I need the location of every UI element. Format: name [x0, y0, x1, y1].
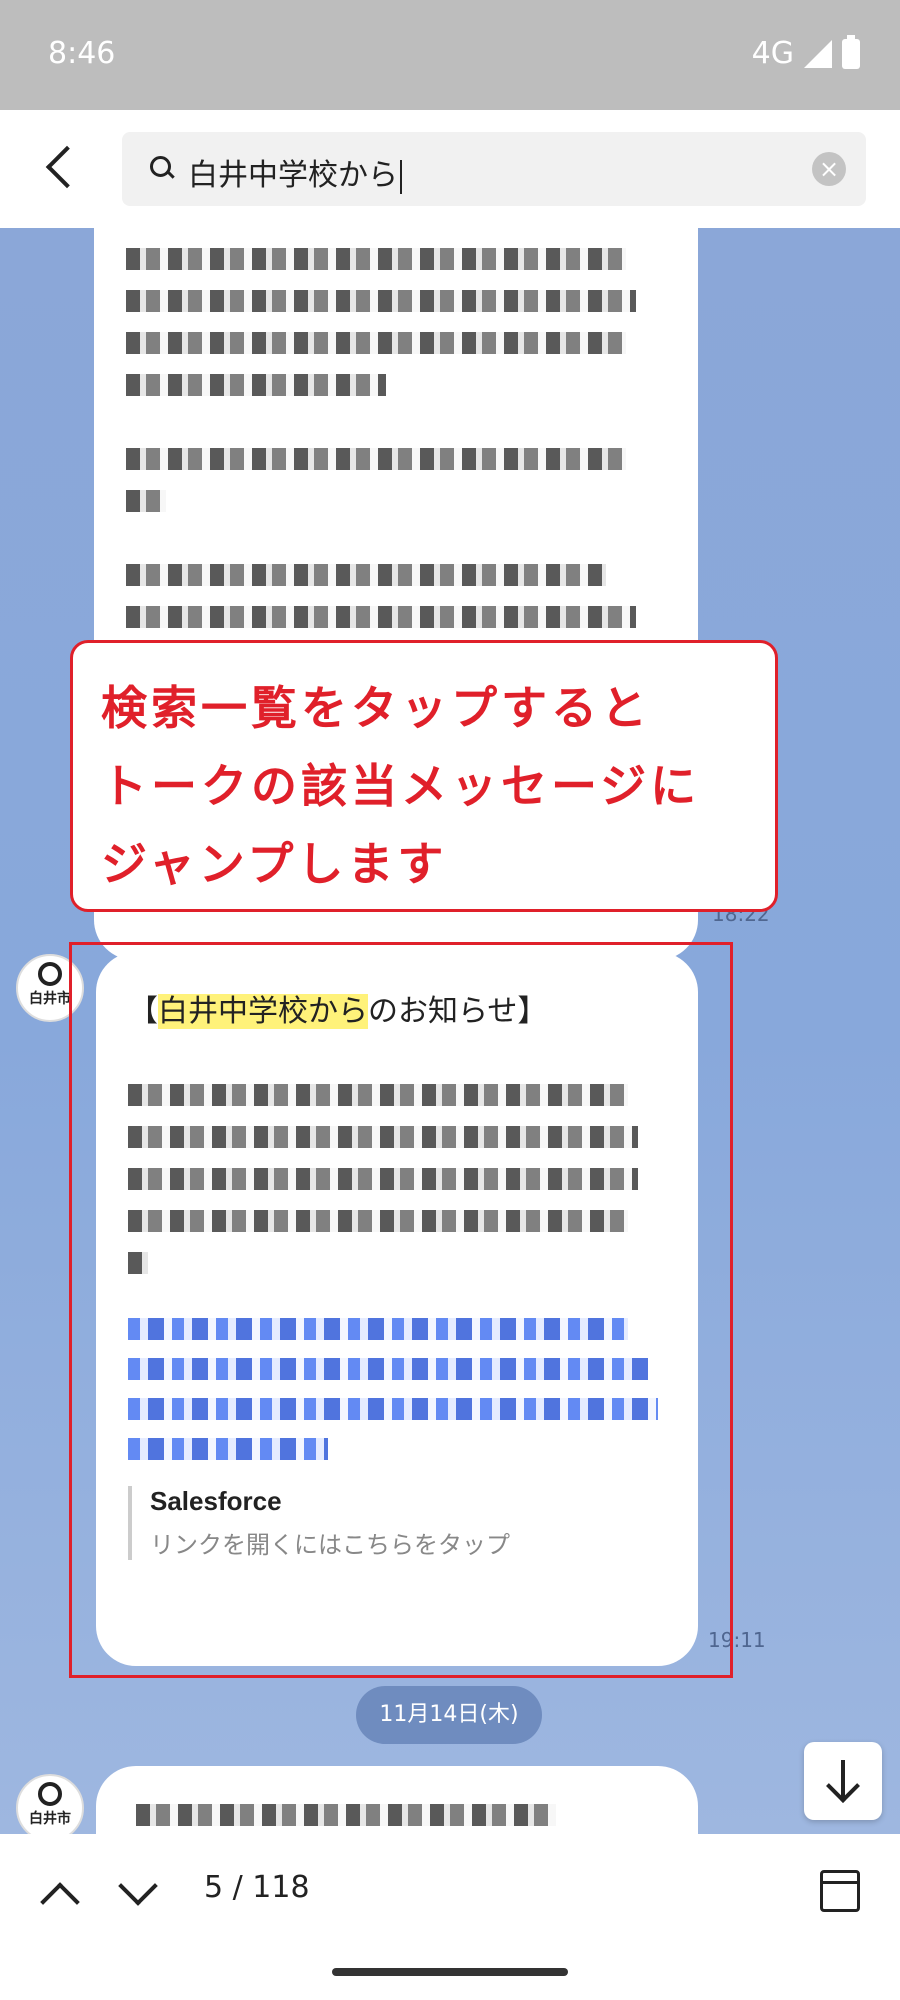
blurred-text — [126, 490, 166, 512]
status-icons: 4G — [751, 34, 860, 71]
calendar-icon[interactable] — [820, 1870, 860, 1912]
clear-search-button[interactable]: × — [812, 152, 846, 186]
sender-avatar[interactable]: 白井市 — [16, 1774, 84, 1834]
signal-icon — [804, 39, 832, 68]
blurred-text — [126, 374, 386, 396]
annotation-line: トークの該当メッセージに — [101, 759, 701, 813]
blurred-text — [126, 564, 606, 586]
blurred-text — [126, 606, 636, 628]
chevron-down-icon[interactable] — [116, 1868, 156, 1908]
back-button[interactable] — [40, 144, 80, 194]
date-separator: 11月14日(木) — [356, 1686, 542, 1744]
annotation-line: ジャンプします — [101, 837, 448, 891]
status-bar: 8:46 4G — [0, 0, 900, 110]
annotation-highlight-frame — [69, 942, 733, 1678]
blurred-text — [126, 248, 626, 270]
annotation-callout: 検索一覧をタップすると トークの該当メッセージに ジャンプします — [70, 640, 778, 912]
blurred-text — [126, 332, 626, 354]
network-label: 4G — [751, 36, 794, 71]
search-icon — [150, 156, 174, 180]
chevron-up-icon[interactable] — [38, 1872, 78, 1912]
city-seal-icon — [38, 1782, 62, 1806]
city-seal-icon — [38, 962, 62, 986]
scroll-to-bottom-button[interactable] — [804, 1742, 882, 1820]
avatar-label: 白井市 — [29, 1811, 71, 1827]
search-result-counter: 5 / 118 — [204, 1870, 310, 1905]
search-navigation-bar: 5 / 118 — [0, 1834, 900, 2000]
status-time: 8:46 — [48, 36, 116, 71]
battery-icon — [842, 34, 860, 69]
search-field[interactable]: 白井中学校から × — [122, 132, 866, 206]
blurred-text — [136, 1804, 556, 1826]
blurred-text — [126, 290, 636, 312]
search-header: 白井中学校から × — [0, 110, 900, 228]
message-bubble-next[interactable] — [96, 1766, 698, 1834]
blurred-text — [126, 448, 626, 470]
home-indicator[interactable] — [332, 1968, 568, 1976]
search-input[interactable]: 白井中学校から — [188, 150, 402, 194]
text-caret — [400, 159, 402, 194]
annotation-line: 検索一覧をタップすると — [101, 681, 651, 735]
